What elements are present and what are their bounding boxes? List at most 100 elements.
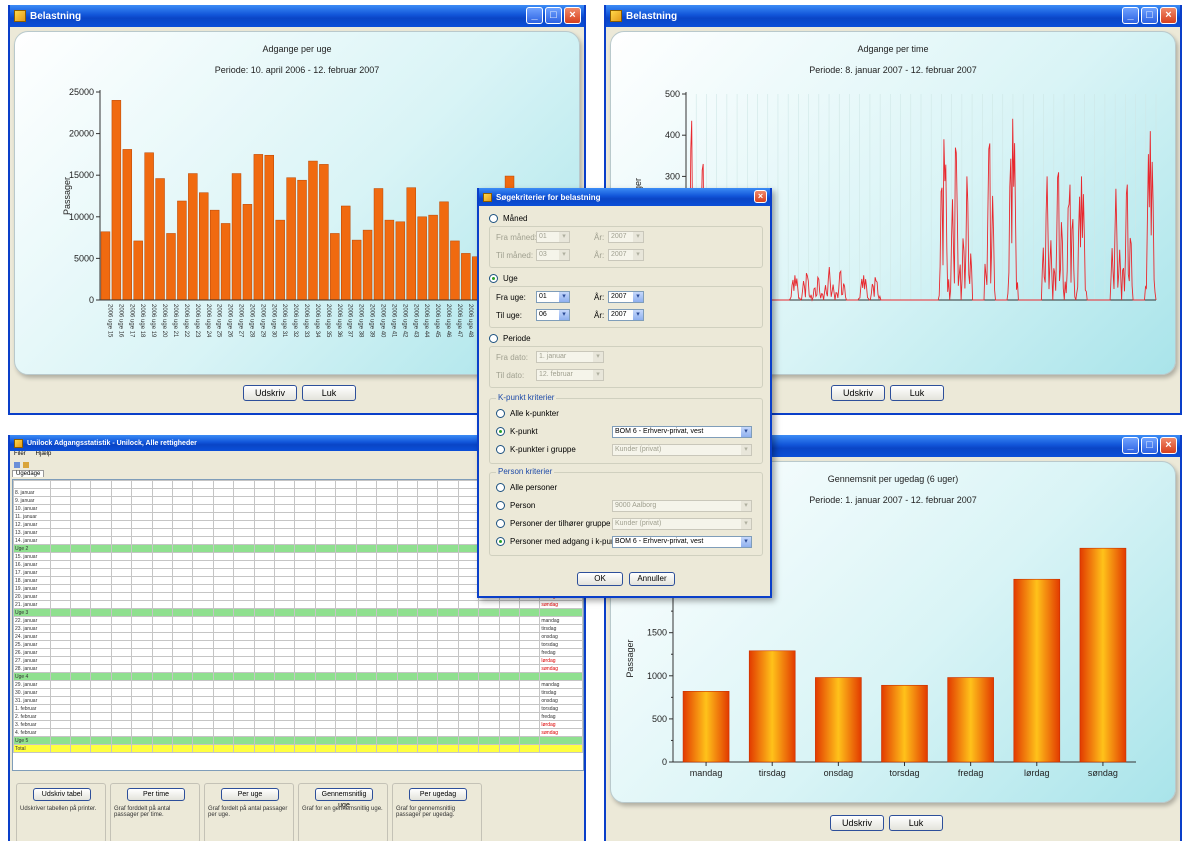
person-access-radio[interactable] <box>496 537 505 546</box>
table-cell <box>355 528 378 537</box>
action-button[interactable]: Per ugedag <box>409 788 467 801</box>
maaned-radio[interactable] <box>489 214 498 223</box>
table-cell <box>376 736 398 745</box>
close-button[interactable]: Luk <box>889 815 943 831</box>
from-week-select[interactable]: 01 ▾ <box>536 291 570 303</box>
table-cell <box>151 704 174 713</box>
table-cell <box>376 576 398 585</box>
x-tick-label: onsdag <box>824 768 854 778</box>
row-label: 13. januar <box>13 528 51 537</box>
table-cell <box>90 592 112 601</box>
table-row: 31. januar onsdag <box>13 696 583 705</box>
table-cell <box>233 728 255 737</box>
print-button[interactable]: Udskriv <box>243 385 297 401</box>
maximize-icon[interactable]: □ <box>545 7 562 24</box>
row-label: 22. januar <box>13 616 51 625</box>
close-icon[interactable]: × <box>1160 7 1177 24</box>
all-persons-radio[interactable] <box>496 483 505 492</box>
tab-ugedage[interactable]: Ugedage <box>12 470 45 477</box>
to-year-select[interactable]: 2007 ▾ <box>608 249 644 261</box>
uge-radio[interactable] <box>489 274 498 283</box>
from-month-select[interactable]: 01 ▾ <box>536 231 570 243</box>
action-button[interactable]: Per uge <box>221 788 279 801</box>
kpunkt-select[interactable]: BOM 6 - Erhverv-privat, vest ▾ <box>612 426 752 438</box>
minimize-icon[interactable]: _ <box>1122 437 1139 454</box>
table-cell <box>314 688 337 697</box>
kpunkt-group-radio[interactable] <box>496 445 505 454</box>
table-cell <box>355 648 378 657</box>
person-radio[interactable] <box>496 501 505 510</box>
title-bar[interactable]: Belastning _ □ × <box>606 5 1180 27</box>
table-cell <box>314 528 337 537</box>
person-select[interactable]: 9000 Aalborg ▾ <box>612 500 752 512</box>
from-year-select[interactable]: 2007 ▾ <box>608 291 644 303</box>
from-date-picker[interactable]: 1. januar ▾ <box>536 351 604 363</box>
y-tick-label: 0 <box>89 295 94 305</box>
table-cell <box>355 632 378 641</box>
table-cell <box>314 680 337 689</box>
table-cell <box>498 696 520 705</box>
to-date-picker[interactable]: 12. februar ▾ <box>536 369 604 381</box>
maximize-icon[interactable]: □ <box>1141 437 1158 454</box>
toolbar-print-icon[interactable] <box>23 461 29 468</box>
table-cell <box>396 688 418 697</box>
close-icon[interactable]: × <box>1160 437 1177 454</box>
table-cell <box>416 704 439 713</box>
ok-button[interactable]: OK <box>577 572 623 586</box>
table-cell <box>416 712 439 721</box>
to-year-select[interactable]: 2007 ▾ <box>608 309 644 321</box>
table-cell <box>151 632 174 641</box>
cancel-button[interactable]: Annuller <box>629 572 675 586</box>
table-cell <box>49 664 72 673</box>
to-week-select[interactable]: 06 ▾ <box>536 309 570 321</box>
minimize-icon[interactable]: _ <box>1122 7 1139 24</box>
table-cell <box>90 552 112 561</box>
close-icon[interactable]: × <box>564 7 581 24</box>
bar <box>439 201 449 301</box>
from-year-select[interactable]: 2007 ▾ <box>608 231 644 243</box>
table-cell <box>172 656 194 665</box>
row-label: 29. januar <box>13 680 51 689</box>
close-icon[interactable]: × <box>754 190 767 203</box>
table-cell <box>233 536 255 545</box>
x-tick-label: søndag <box>1088 768 1118 778</box>
person-group-select[interactable]: Kunder (privat) ▾ <box>612 518 752 530</box>
action-button[interactable]: Udskriv tabel <box>33 788 91 801</box>
table-cell <box>212 608 235 617</box>
table-cell <box>478 632 500 641</box>
table-cell <box>416 592 439 601</box>
table-cell <box>274 744 296 753</box>
kpunkt-radio[interactable] <box>496 427 505 436</box>
bar <box>100 231 111 301</box>
dialog-title-bar[interactable]: Søgekriterier for belastning × <box>479 188 770 206</box>
title-bar[interactable]: Belastning _ □ × <box>10 5 584 27</box>
print-button[interactable]: Udskriv <box>830 815 884 831</box>
y-tick-label: 300 <box>665 171 680 181</box>
table-cell <box>172 504 194 513</box>
kpunkt-group-select[interactable]: Kunder (privat) ▾ <box>612 444 752 456</box>
periode-radio[interactable] <box>489 334 498 343</box>
bar <box>144 152 154 301</box>
all-kpunkter-radio[interactable] <box>496 409 505 418</box>
person-access-select[interactable]: BOM 6 - Erhverv-privat, vest ▾ <box>612 536 752 548</box>
print-button[interactable]: Udskriv <box>831 385 885 401</box>
table-cell <box>212 560 235 569</box>
table-cell <box>498 720 520 729</box>
close-button[interactable]: Luk <box>302 385 356 401</box>
maximize-icon[interactable]: □ <box>1141 7 1158 24</box>
action-button[interactable]: Per time <box>127 788 185 801</box>
minimize-icon[interactable]: _ <box>526 7 543 24</box>
all-kpunkter-label: Alle k-punkter <box>510 409 559 418</box>
menu-item-filer[interactable]: Filer <box>14 451 26 460</box>
toolbar-save-icon[interactable] <box>14 461 20 468</box>
table-cell <box>437 600 459 609</box>
action-button[interactable]: Gennemsnitlig uge <box>315 788 373 809</box>
table-cell <box>335 640 357 649</box>
table-cell <box>416 688 439 697</box>
menu-item-hjaelp[interactable]: Hjælp <box>36 451 52 460</box>
close-button[interactable]: Luk <box>890 385 944 401</box>
person-group-radio[interactable] <box>496 519 505 528</box>
table-cell <box>172 696 194 705</box>
to-month-select[interactable]: 03 ▾ <box>536 249 570 261</box>
table-cell <box>49 712 72 721</box>
